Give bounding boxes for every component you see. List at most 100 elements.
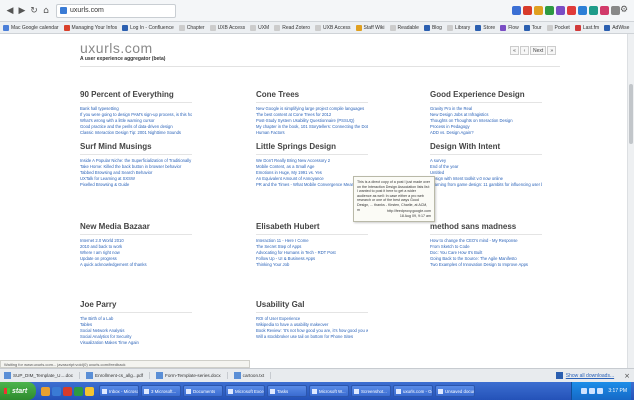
download-item[interactable]: Enrollment-cs_allg...pdf xyxy=(86,372,151,379)
feed-title[interactable]: Surf Mind Musings xyxy=(80,142,192,155)
bookmark-item[interactable]: Read Zotero xyxy=(274,24,310,31)
reload-icon[interactable]: ↻ xyxy=(28,6,40,16)
quick-launch-icon[interactable] xyxy=(41,386,50,396)
extension-icon[interactable] xyxy=(589,6,598,15)
bookmark-item[interactable]: Pocket xyxy=(546,24,570,31)
feed-title[interactable]: Cone Trees xyxy=(256,90,368,103)
bookmark-item[interactable]: Mac Google calendar xyxy=(3,24,59,31)
extension-icon[interactable] xyxy=(556,6,565,15)
extension-icon[interactable] xyxy=(600,6,609,15)
bookmark-item[interactable]: UXM xyxy=(250,24,270,31)
taskbar-window-button[interactable]: uxurls.com - Goo... xyxy=(393,385,433,397)
feed-link[interactable]: PR and the Times - What Mobile Convergen… xyxy=(256,182,368,188)
feed-title[interactable]: Design With Intent xyxy=(430,142,542,155)
feed-title[interactable]: Good Experience Design xyxy=(430,90,542,103)
extension-icon[interactable] xyxy=(512,6,521,15)
bookmark-item[interactable]: Managing Your Infos xyxy=(63,24,117,31)
bookmark-label: UXM xyxy=(258,24,270,31)
show-all-downloads-link[interactable]: Show all downloads... xyxy=(555,372,614,379)
feed-link[interactable]: Learning from game design: 11 gambits fo… xyxy=(430,182,542,188)
taskbar-window-button[interactable]: Microsoft Excel xyxy=(225,385,265,397)
tray-icon[interactable] xyxy=(589,388,596,394)
download-item[interactable]: SUP_DIM_Template_U....doc xyxy=(4,372,80,379)
pager-button[interactable]: « xyxy=(510,46,519,55)
window-icon xyxy=(354,388,359,394)
quick-launch-icon[interactable] xyxy=(52,386,61,396)
feed-link[interactable]: Will a stockbroker use tail on bottom fo… xyxy=(256,334,368,340)
extension-icon[interactable] xyxy=(523,6,532,15)
feed-title[interactable]: Little Springs Design xyxy=(256,142,368,155)
bookmark-item[interactable]: Staff Wiki xyxy=(355,24,385,31)
close-icon[interactable]: × xyxy=(624,372,630,380)
feed-title[interactable]: Usability Gal xyxy=(256,300,368,313)
bookmark-label: Flow xyxy=(508,24,519,31)
quick-launch-icon[interactable] xyxy=(74,386,83,396)
feed-title[interactable]: Joe Parry xyxy=(80,300,192,313)
site-title[interactable]: uxurls.com xyxy=(80,40,153,56)
bookmark-item[interactable]: Last.fm xyxy=(574,24,599,31)
taskbar-window-button[interactable]: Inbox - Microsoft... xyxy=(99,385,139,397)
bookmark-item[interactable]: AdWise xyxy=(604,24,630,31)
start-button[interactable]: start xyxy=(0,382,36,400)
feed-link[interactable]: Thinking Your Job xyxy=(256,262,368,268)
extension-icon[interactable] xyxy=(534,6,543,15)
feed-link[interactable]: Two Examples of Innovation Design to Imp… xyxy=(430,262,542,268)
quick-launch-icon[interactable] xyxy=(85,386,94,396)
extension-icon[interactable] xyxy=(578,6,587,15)
taskbar-window-button[interactable]: Documents xyxy=(183,385,223,397)
feed-link[interactable]: A quick acknowledgement of thanks xyxy=(80,262,192,268)
bookmark-icon xyxy=(209,24,216,31)
address-bar[interactable]: uxurls.com xyxy=(56,3,176,18)
bookmark-item[interactable]: UXB Access xyxy=(315,24,351,31)
home-icon[interactable]: ⌂ xyxy=(40,6,52,16)
feed-title[interactable]: 90 Percent of Everything xyxy=(80,90,192,103)
feed-title[interactable]: New Media Bazaar xyxy=(80,222,192,235)
task-label: Documents xyxy=(193,388,216,394)
feed-section: Surf Mind Musings Inside A Popular Niche:… xyxy=(80,142,192,188)
download-item[interactable]: Form-Template-series.docx xyxy=(156,372,228,379)
taskbar-window-button[interactable]: Microsoft W... xyxy=(309,385,349,397)
bookmark-label: Readable xyxy=(397,24,419,31)
feed-link[interactable]: ADD vs. Design Again? xyxy=(430,130,542,136)
taskbar-window-button[interactable]: Unsaved docum... xyxy=(435,385,475,397)
feed-title[interactable]: method sans madness xyxy=(430,222,542,235)
forward-icon[interactable]: ▶ xyxy=(16,6,28,16)
tray-icon[interactable] xyxy=(581,388,588,394)
bookmark-item[interactable]: Chapter xyxy=(178,24,205,31)
vertical-scrollbar[interactable] xyxy=(627,34,634,368)
extension-icon[interactable] xyxy=(545,6,554,15)
bookmark-item[interactable]: Library xyxy=(446,24,470,31)
tooltip-source: http://feedproxy.google.com xyxy=(386,209,431,213)
taskbar-window-button[interactable]: 3 Microsoft... xyxy=(141,385,181,397)
back-icon[interactable]: ◀ xyxy=(4,6,16,16)
bookmark-item[interactable]: UXB Access xyxy=(209,24,245,31)
quick-launch-icon[interactable] xyxy=(63,386,72,396)
bookmark-item[interactable]: Log In - Confluence xyxy=(122,24,174,31)
header-divider xyxy=(80,66,560,67)
taskbar-window-button[interactable]: Tasks xyxy=(267,385,307,397)
extension-icon[interactable] xyxy=(567,6,576,15)
scrollbar-thumb[interactable] xyxy=(629,84,633,144)
feed-link[interactable]: Classic Interaction Design Tip: 2001 Nig… xyxy=(80,130,192,136)
taskbar-window-button[interactable]: Screenshot... xyxy=(351,385,391,397)
download-item[interactable]: cartoon.txt xyxy=(233,372,272,379)
bookmark-item[interactable]: Readable xyxy=(389,24,419,31)
pager-button[interactable]: Next xyxy=(530,46,547,55)
feed-link[interactable]: Visualization Makes Time Again xyxy=(80,340,192,346)
wrench-icon[interactable]: ⚙ xyxy=(620,6,630,15)
quick-launch xyxy=(41,386,94,396)
bookmark-item[interactable]: Flow xyxy=(500,24,519,31)
extension-icon[interactable] xyxy=(611,6,620,15)
bookmark-item[interactable]: Tour xyxy=(523,24,542,31)
pager-button[interactable]: » xyxy=(547,46,557,55)
bookmark-item[interactable]: Blog xyxy=(423,24,442,31)
bookmark-label: AdWise xyxy=(612,24,630,31)
feed-link[interactable]: Human Factors xyxy=(256,130,368,136)
bookmark-item[interactable]: Store xyxy=(475,24,495,31)
tray-icon[interactable] xyxy=(597,388,604,394)
feed-link[interactable]: Pixelled Browsing & Guide xyxy=(80,182,192,188)
feed-title[interactable]: Elisabeth Hubert xyxy=(256,222,368,235)
bookmark-label: Chapter xyxy=(186,24,205,31)
task-label: uxurls.com - Goo... xyxy=(403,388,432,394)
pager-button[interactable]: ‹ xyxy=(520,46,529,55)
